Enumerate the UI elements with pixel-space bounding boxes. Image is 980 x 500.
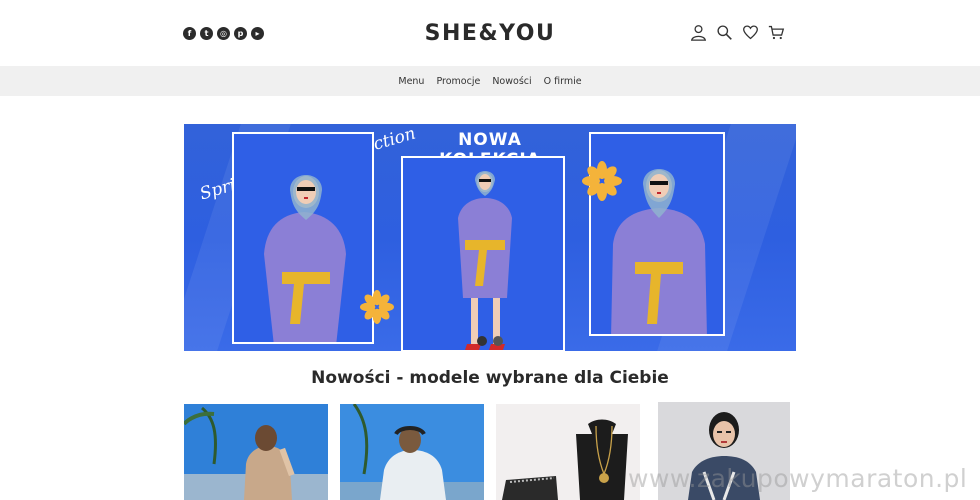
product-card[interactable] [184,404,328,500]
nav-item-promocje[interactable]: Promocje [436,76,480,87]
hero-photo-left [232,132,374,344]
header-tools [690,24,785,41]
top-header: f t ◎ p ▸ SHE&YOU [0,0,980,66]
nav-item-menu[interactable]: Menu [398,76,424,87]
watermark: www.zakupowymaraton.pl [628,464,968,493]
slider-dot-2[interactable] [493,336,503,346]
nav-item-nowosci[interactable]: Nowości [492,76,531,87]
user-icon[interactable] [690,24,707,41]
heart-icon[interactable] [742,24,759,41]
main-nav: Menu Promocje Nowości O firmie [0,66,980,96]
hero-photo-center [401,156,565,351]
flower-icon [360,290,394,324]
site-logo[interactable]: SHE&YOU [0,21,980,46]
search-icon[interactable] [716,24,733,41]
product-card[interactable] [340,404,484,500]
flower-icon [582,161,622,201]
hero-slider[interactable]: NOWA KOLEKCJA Spring SummerCollection [184,124,796,351]
slider-dot-1[interactable] [477,336,487,346]
cart-icon[interactable] [768,24,785,41]
section-title: Nowości - modele wybrane dla Ciebie [311,368,669,388]
slider-dots [477,336,503,346]
product-card[interactable] [496,404,640,500]
nav-item-o-firmie[interactable]: O firmie [544,76,582,87]
